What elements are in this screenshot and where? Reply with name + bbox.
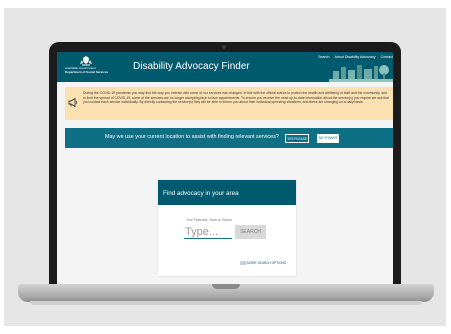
- search-input[interactable]: [184, 225, 232, 239]
- covid-notice: During the COVID-19 pandemic you may fin…: [65, 87, 393, 120]
- more-options-icon: [240, 261, 246, 265]
- site-header: Australian Government Department of Soci…: [57, 52, 393, 82]
- laptop-base: [18, 284, 434, 302]
- search-card: Find advocacy in your area Your Postcode…: [158, 180, 296, 276]
- government-logo[interactable]: Australian Government Department of Soci…: [65, 55, 115, 79]
- notice-text: During the COVID-19 pandemic you may fin…: [83, 91, 390, 105]
- megaphone-icon: [68, 98, 78, 107]
- nav-item-search[interactable]: Search: [318, 55, 329, 59]
- location-banner: May we use your current location to assi…: [65, 128, 393, 148]
- more-search-options-link[interactable]: MORE SEARCH OPTIONS: [240, 261, 286, 265]
- more-options-label: MORE SEARCH OPTIONS: [247, 261, 286, 265]
- yes-please-button[interactable]: YES PLEASE: [285, 134, 309, 143]
- postcode-field-label: Your Postcode, Town or Suburb: [186, 218, 233, 222]
- coat-of-arms-icon: [80, 56, 92, 66]
- nav-item-contact[interactable]: Contact: [381, 55, 393, 59]
- no-thanks-button[interactable]: NO THANKS: [317, 134, 339, 143]
- laptop-base-notch: [212, 284, 240, 289]
- logo-line-2: Department of Social Services: [65, 70, 109, 74]
- laptop-camera: [222, 45, 226, 49]
- top-nav: Search About Disability Advocacy Contact: [318, 55, 393, 59]
- site-title: Disability Advocacy Finder: [133, 61, 250, 72]
- search-button[interactable]: SEARCH: [235, 225, 266, 239]
- nav-item-about[interactable]: About Disability Advocacy: [334, 55, 375, 59]
- location-question: May we use your current location to assi…: [105, 134, 279, 140]
- search-card-title: Find advocacy in your area: [163, 190, 239, 197]
- laptop-screen: Australian Government Department of Soci…: [57, 52, 393, 292]
- skyline-illustration: [329, 65, 393, 82]
- search-card-header: Find advocacy in your area: [158, 180, 296, 205]
- laptop-base-underside: [30, 301, 422, 305]
- laptop-lid: Australian Government Department of Soci…: [49, 42, 401, 294]
